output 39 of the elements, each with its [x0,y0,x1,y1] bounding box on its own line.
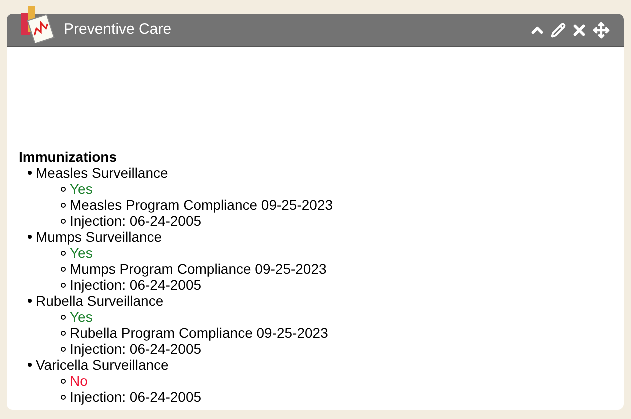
bullet-icon [28,171,32,175]
circle-bullet-icon [61,346,66,352]
panel-title: Preventive Care [64,20,172,40]
list-item-text: No [70,373,88,389]
circle-bullet-icon [61,250,66,256]
bullet-icon [28,235,32,239]
list-item-text: Measles Program Compliance 09-25-2023 [70,197,334,213]
circle-bullet-icon [61,202,66,208]
list-item-text: Rubella Program Compliance 09-25-2023 [70,325,328,341]
list-item-text: Injection: 06-24-2005 [70,213,202,229]
circle-bullet-icon [61,218,66,224]
list-item-text: Rubella Surveillance [36,293,164,309]
circle-bullet-icon [61,314,66,320]
circle-bullet-icon [61,378,66,384]
list-item-text: Mumps Program Compliance 09-25-2023 [70,261,327,277]
list-item-text: Mumps Surveillance [36,229,162,245]
list-item-text: Yes [70,309,93,325]
move-button[interactable] [593,22,610,38]
circle-bullet-icon [61,330,66,336]
list-item-text: Yes [70,245,93,261]
edit-button[interactable] [551,22,566,38]
list-item-text: Varicella Surveillance [36,357,169,373]
list-item-text: Injection: 06-24-2005 [70,277,202,293]
list-item-text: Injection: 06-24-2005 [70,341,202,357]
chart-report-icon [20,5,56,43]
list-item-text: Yes [70,181,93,197]
circle-bullet-icon [61,186,66,192]
list-item-text: Injection: 06-24-2005 [70,389,202,405]
close-icon [571,22,588,38]
circle-bullet-icon [61,394,66,400]
bullet-icon [28,363,32,367]
list-item-text: Measles Surveillance [36,165,168,181]
circle-bullet-icon [61,282,66,288]
section-heading: Immunizations [19,149,118,165]
close-button[interactable] [571,22,588,38]
move-icon [593,22,610,38]
pencil-icon [551,22,566,38]
circle-bullet-icon [61,266,66,272]
bullet-icon [28,299,32,303]
